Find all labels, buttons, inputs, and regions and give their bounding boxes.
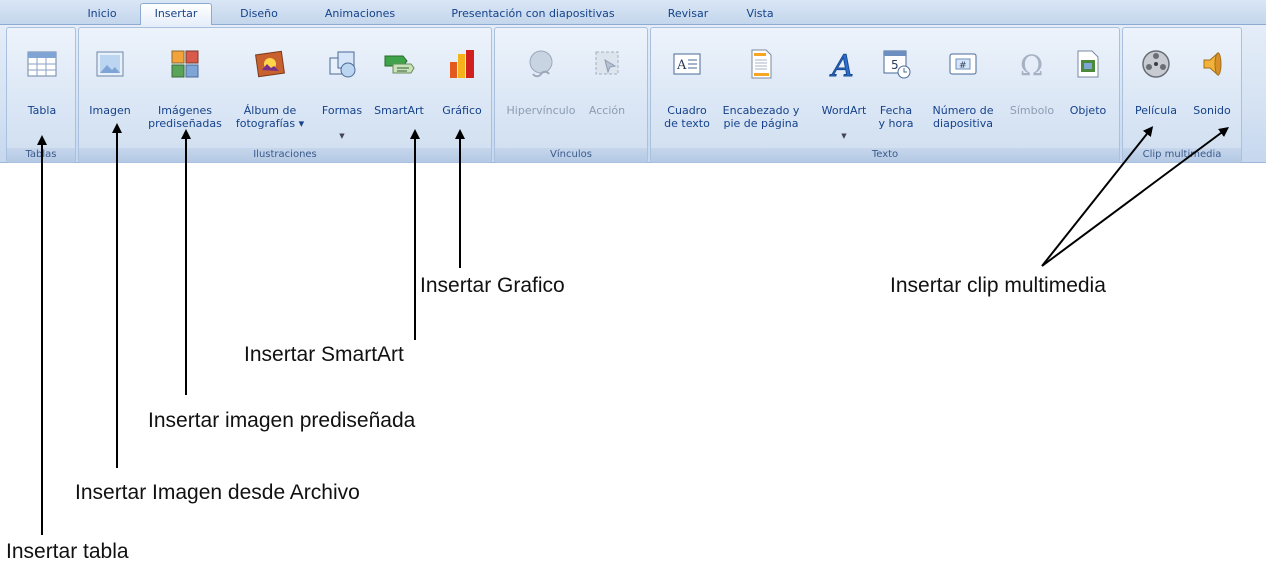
annotation-tabla: Insertar tabla [6, 540, 129, 563]
annotation-clip-multimedia: Insertar clip multimedia [890, 274, 1106, 297]
annotation-grafico: Insertar Grafico [420, 274, 565, 297]
annotation-smartart: Insertar SmartArt [244, 343, 404, 366]
annotation-imagen-predisenada: Insertar imagen prediseñada [148, 409, 416, 432]
annotation-imagen-archivo: Insertar Imagen desde Archivo [75, 481, 360, 504]
